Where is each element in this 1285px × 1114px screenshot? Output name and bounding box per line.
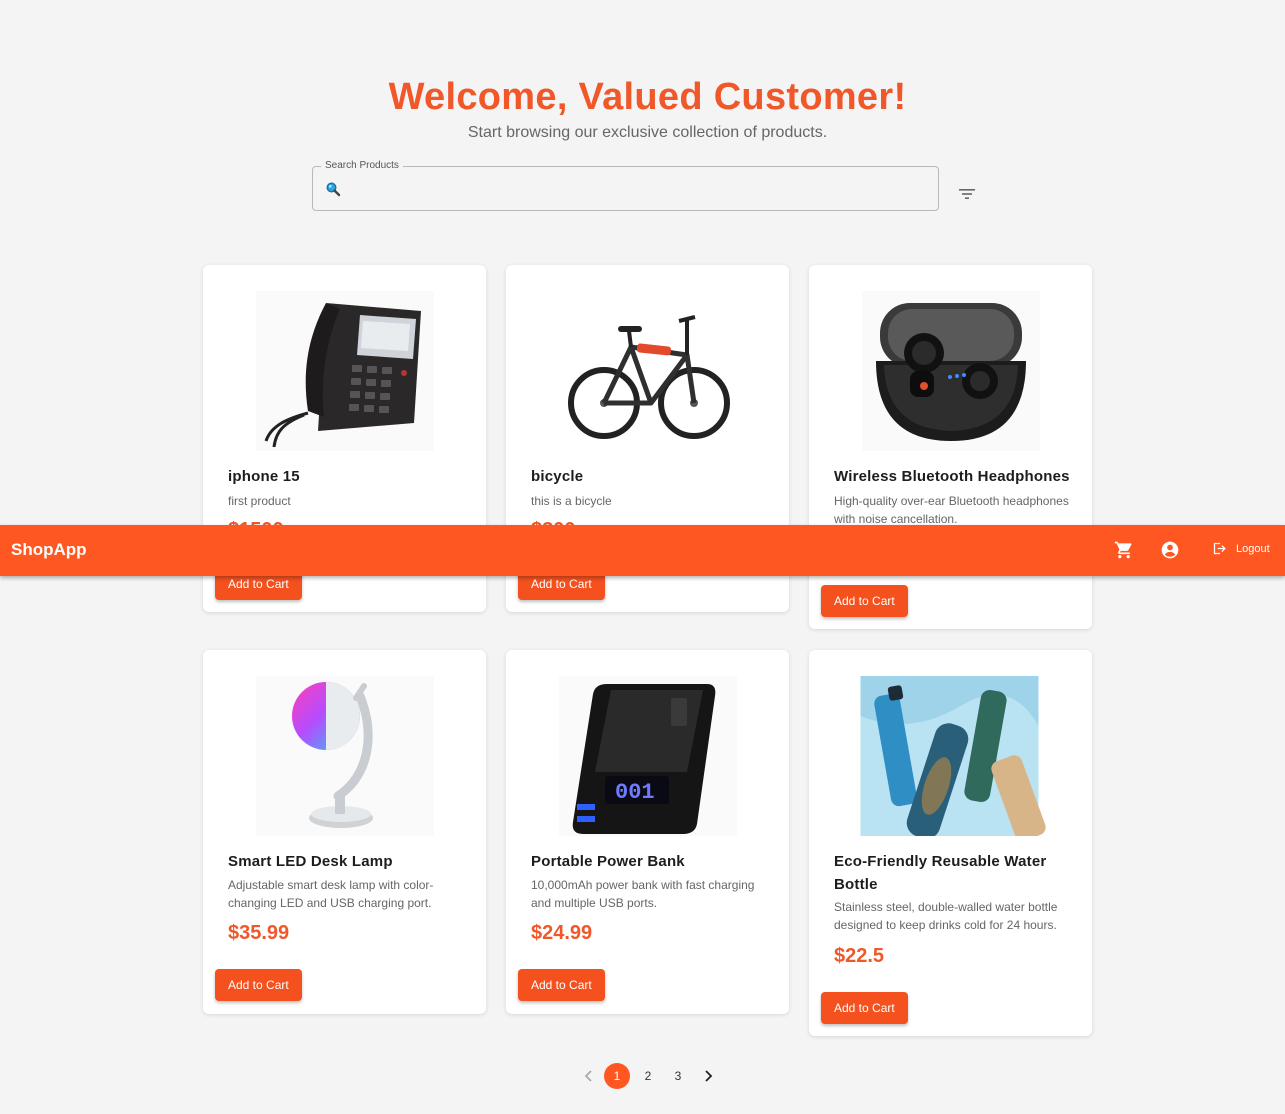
- product-name: Portable Power Bank: [531, 853, 685, 870]
- product-name: Wireless Bluetooth Headphones: [834, 468, 1070, 485]
- product-name: iphone 15: [228, 468, 300, 485]
- cart-icon[interactable]: [1114, 540, 1134, 560]
- product-description: High-quality over-ear Bluetooth headphon…: [834, 494, 1069, 526]
- page-title: Welcome, Valued Customer!: [388, 76, 907, 118]
- product-description: Adjustable smart desk lamp with color-ch…: [228, 878, 434, 910]
- search-field[interactable]: Search Products: [312, 160, 939, 211]
- product-card: Eco-Friendly Reusable Water Bottle Stain…: [809, 650, 1092, 1036]
- page-3-button[interactable]: 3: [665, 1063, 691, 1089]
- account-icon[interactable]: [1160, 540, 1180, 560]
- product-description: first product: [228, 494, 291, 508]
- search-input[interactable]: [349, 175, 933, 203]
- add-to-cart-button[interactable]: Add to Cart: [821, 585, 908, 617]
- search-icon: [326, 182, 341, 197]
- product-description: 10,000mAh power bank with fast charging …: [531, 878, 755, 910]
- add-to-cart-button[interactable]: Add to Cart: [215, 969, 302, 1001]
- product-price: $24.99: [531, 922, 593, 944]
- product-name: Eco-Friendly Reusable Water Bottle: [834, 853, 1047, 893]
- product-card: 001 Portable Power Bank 10,000mAh power …: [506, 650, 789, 1014]
- next-page-icon[interactable]: [695, 1063, 721, 1089]
- product-price: $22.5: [834, 945, 885, 967]
- logout-icon: [1213, 542, 1226, 555]
- product-price: $35.99: [228, 922, 290, 944]
- product-name: bicycle: [531, 468, 584, 485]
- product-image-bicycle: [559, 291, 737, 451]
- product-card: Smart LED Desk Lamp Adjustable smart des…: [203, 650, 486, 1014]
- page-subtitle: Start browsing our exclusive collection …: [467, 124, 828, 141]
- product-image-telephone: [256, 291, 434, 451]
- search-label: Search Products: [321, 160, 403, 172]
- add-to-cart-button[interactable]: Add to Cart: [518, 969, 605, 1001]
- product-image-earbuds: [862, 291, 1040, 451]
- add-to-cart-button[interactable]: Add to Cart: [821, 992, 908, 1024]
- product-description: Stainless steel, double-walled water bot…: [834, 900, 1058, 932]
- page-1-button[interactable]: 1: [604, 1063, 630, 1089]
- page-2-button[interactable]: 2: [635, 1063, 661, 1089]
- previous-page-icon[interactable]: [576, 1063, 602, 1089]
- filter-icon[interactable]: [957, 184, 977, 204]
- app-bar: ShopApp Logout: [0, 525, 1285, 576]
- svg-text:001: 001: [615, 780, 655, 805]
- pagination: 1 2 3: [576, 1063, 716, 1089]
- product-image-water-bottles: [860, 676, 1046, 836]
- product-description: this is a bicycle: [531, 494, 612, 508]
- brand-logo[interactable]: ShopApp: [11, 540, 87, 560]
- product-image-power-bank: 001: [559, 676, 737, 836]
- product-name: Smart LED Desk Lamp: [228, 853, 393, 870]
- logout-label: Logout: [1236, 542, 1270, 555]
- product-image-lamp: [256, 676, 434, 836]
- logout-button[interactable]: Logout: [1212, 541, 1270, 556]
